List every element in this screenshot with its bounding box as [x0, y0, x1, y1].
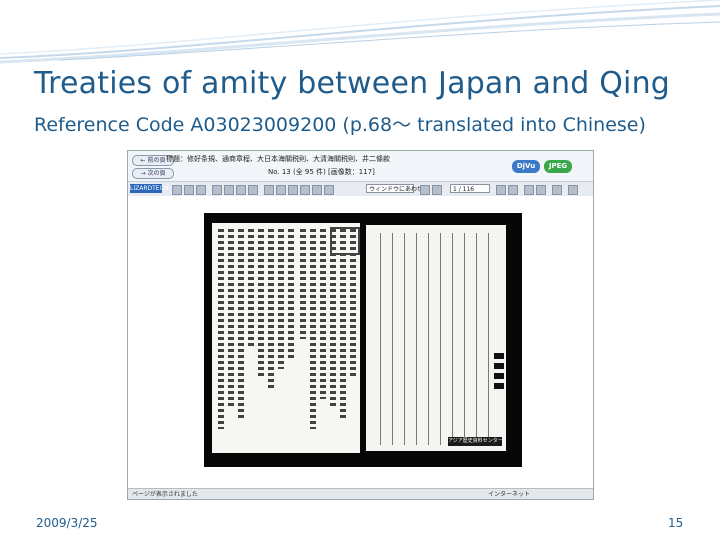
zoom-tool-icon[interactable] [248, 185, 258, 195]
select-tool-icon[interactable] [224, 185, 234, 195]
rotate-right-icon[interactable] [324, 185, 334, 195]
prev-page-icon[interactable] [432, 185, 442, 195]
next-page-icon[interactable] [496, 185, 506, 195]
archive-viewer-screenshot: ← 前の頁 → 次の頁 標題：修好条規、通商章程、大日本海關税則、大清海關税則、… [127, 150, 594, 500]
first-page-icon[interactable] [420, 185, 430, 195]
record-title: 標題：修好条規、通商章程、大日本海關税則、大清海關税則、井二條款 [166, 155, 390, 163]
pan-tool-icon[interactable] [236, 185, 246, 195]
scanned-right-page: アジア歴史資料センター [366, 225, 506, 451]
help-icon[interactable] [552, 185, 562, 195]
last-page-icon[interactable] [508, 185, 518, 195]
scanned-document-image: アジア歴史資料センター [204, 213, 522, 467]
document-viewport[interactable]: アジア歴史資料センター [128, 196, 593, 488]
rotate-left-icon[interactable] [312, 185, 322, 195]
find-icon[interactable] [196, 185, 206, 195]
fit-width-icon[interactable] [300, 185, 310, 195]
record-count: No. 13 (全 95 件) [画像数：117] [268, 168, 375, 176]
slide-subtitle: Reference Code A03023009200 (p.68～ trans… [34, 114, 646, 136]
save-icon[interactable] [172, 185, 182, 195]
text-tool-icon[interactable] [212, 185, 222, 195]
slide-date: 2009/3/25 [36, 516, 98, 530]
browser-status-bar: ページが表示されました インターネット [128, 488, 593, 499]
print-icon[interactable] [184, 185, 194, 195]
back-icon[interactable] [524, 185, 534, 195]
zone-text: インターネット [488, 491, 531, 498]
zoom-select[interactable]: ウィンドウにあわせる [366, 184, 429, 193]
zoom-in-icon[interactable] [264, 185, 274, 195]
seal-stamp [330, 227, 360, 255]
forward-icon[interactable] [536, 185, 546, 195]
archive-stamp: アジア歴史資料センター [448, 437, 502, 446]
page-select[interactable]: 1 / 116 [450, 184, 490, 193]
slide-title: Treaties of amity between Japan and Qing [34, 66, 671, 101]
slide-page-number: 15 [668, 516, 684, 530]
fit-page-icon[interactable] [288, 185, 298, 195]
jpeg-format-button[interactable]: JPEG [544, 160, 572, 173]
viewer-header: ← 前の頁 → 次の頁 標題：修好条規、通商章程、大日本海關税則、大清海關税則、… [128, 151, 593, 181]
djvu-format-button[interactable]: DjVu [512, 160, 540, 173]
viewer-toolbar: LIZARDTECH ウィンドウにあわせる 1 / 116 [128, 181, 593, 197]
zoom-out-icon[interactable] [276, 185, 286, 195]
info-icon[interactable] [568, 185, 578, 195]
next-page-button[interactable]: → 次の頁 [132, 168, 174, 179]
decorative-swoosh [0, 0, 720, 64]
lizardtech-logo: LIZARDTECH [130, 184, 169, 193]
scanned-left-page [212, 223, 360, 453]
status-text: ページが表示されました [132, 491, 198, 498]
